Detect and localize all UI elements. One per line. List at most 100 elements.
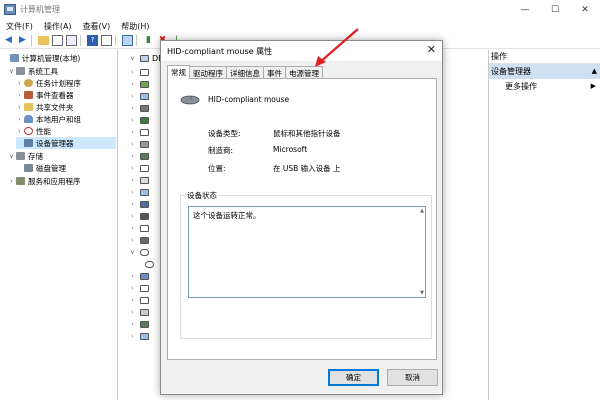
chevron-right-icon[interactable]: › — [129, 273, 136, 280]
forward-icon[interactable]: ▶ — [17, 35, 28, 46]
device-category[interactable]: › — [129, 102, 149, 114]
chevron-right-icon[interactable]: › — [16, 92, 23, 99]
device-status-textbox[interactable]: 这个设备运转正常。 ▲ ▼ — [188, 206, 426, 298]
device-category[interactable]: › — [129, 318, 149, 330]
device-category[interactable]: › — [129, 330, 149, 342]
chevron-right-icon[interactable]: › — [129, 189, 136, 196]
show-tree-icon[interactable] — [52, 35, 63, 46]
device-category[interactable]: › — [129, 174, 149, 186]
tree-item-event-viewer[interactable]: › 事件查看器 — [16, 89, 73, 101]
chevron-down-icon[interactable]: ∨ — [8, 68, 15, 75]
menu-file[interactable]: 文件(F) — [0, 21, 38, 32]
monitor-icon[interactable] — [122, 35, 133, 46]
chevron-right-icon[interactable]: › — [129, 69, 136, 76]
device-category[interactable]: › — [129, 138, 149, 150]
update-driver-icon[interactable]: ▮ — [143, 35, 154, 46]
cancel-button[interactable]: 取消 — [387, 369, 438, 386]
chevron-down-icon[interactable]: ∨ — [8, 153, 15, 160]
close-button[interactable]: ✕ — [570, 0, 600, 19]
chevron-right-icon[interactable]: › — [129, 153, 136, 160]
device-category[interactable]: › — [129, 186, 149, 198]
dialog-close-button[interactable]: ✕ — [427, 43, 436, 56]
display-adapter-icon — [140, 116, 149, 124]
tree-item-local-users[interactable]: › 本地用户和组 — [16, 113, 81, 125]
chevron-right-icon[interactable]: › — [129, 141, 136, 148]
chevron-right-icon[interactable]: › — [129, 129, 136, 136]
device-category[interactable]: › — [129, 198, 149, 210]
device-category[interactable]: › — [129, 270, 149, 282]
up-folder-icon[interactable] — [38, 36, 49, 45]
device-category[interactable]: › — [129, 222, 149, 234]
device-category[interactable]: ∨ — [129, 246, 149, 258]
chevron-right-icon[interactable]: › — [129, 93, 136, 100]
device-category[interactable]: › — [129, 78, 149, 90]
list-icon[interactable] — [101, 35, 112, 46]
chevron-right-icon: ▶ — [590, 82, 596, 90]
chevron-right-icon[interactable]: › — [129, 237, 136, 244]
status-scrollbar[interactable]: ▲ ▼ — [416, 207, 425, 297]
chevron-right-icon[interactable]: › — [16, 80, 23, 87]
services-icon — [16, 177, 25, 185]
device-category[interactable]: › — [129, 90, 149, 102]
tab-general[interactable]: 常规 — [167, 65, 190, 79]
chevron-right-icon[interactable]: › — [129, 225, 136, 232]
chevron-right-icon[interactable]: › — [16, 116, 23, 123]
chevron-right-icon[interactable]: › — [8, 178, 15, 185]
device-category[interactable]: › — [129, 66, 149, 78]
collapse-icon[interactable]: ▲ — [592, 67, 597, 75]
chevron-right-icon[interactable]: › — [129, 297, 136, 304]
tree-item-label: 性能 — [36, 126, 51, 136]
tree-item-performance[interactable]: › 性能 — [16, 125, 51, 137]
menu-action[interactable]: 操作(A) — [38, 21, 77, 32]
device-category[interactable]: › — [129, 210, 149, 222]
tree-item-shared-folders[interactable]: › 共享文件夹 — [16, 101, 73, 113]
device-category[interactable]: › — [129, 234, 149, 246]
chevron-right-icon[interactable]: › — [129, 321, 136, 328]
chevron-down-icon[interactable]: ∨ — [129, 249, 136, 256]
chevron-right-icon[interactable]: › — [129, 201, 136, 208]
chevron-right-icon[interactable]: › — [129, 309, 136, 316]
properties-icon[interactable] — [66, 35, 77, 46]
tree-item-system-tools[interactable]: ∨ 系统工具 — [8, 65, 58, 77]
tree-item-device-manager[interactable]: 设备管理器 — [16, 137, 116, 149]
mouse-icon — [180, 95, 200, 105]
navigation-tree: 计算机管理(本地) ∨ 系统工具 › 任务计划程序 › 事件查看器 › 共享文件… — [0, 50, 118, 400]
actions-section-device-manager[interactable]: 设备管理器 ▲ — [489, 64, 600, 79]
menu-view[interactable]: 查看(V) — [77, 21, 116, 32]
more-actions-label: 更多操作 — [505, 81, 537, 91]
ok-button[interactable]: 确定 — [328, 369, 379, 386]
chevron-right-icon[interactable]: › — [129, 81, 136, 88]
tree-item-services[interactable]: › 服务和应用程序 — [8, 175, 80, 187]
more-actions[interactable]: 更多操作 ▶ — [489, 79, 600, 93]
chevron-right-icon[interactable]: › — [16, 128, 23, 135]
tree-item-task-scheduler[interactable]: › 任务计划程序 — [16, 77, 81, 89]
minimize-button[interactable]: — — [510, 0, 540, 19]
menu-help[interactable]: 帮助(H) — [115, 21, 154, 32]
device-category[interactable]: › — [129, 126, 149, 138]
device-category[interactable]: › — [129, 150, 149, 162]
chevron-right-icon[interactable]: › — [129, 117, 136, 124]
tree-item-disk-management[interactable]: 磁盘管理 — [16, 162, 66, 174]
dialog-title: HID-compliant mouse 属性 — [167, 46, 273, 56]
chevron-right-icon[interactable]: › — [129, 213, 136, 220]
chevron-down-icon[interactable]: ∨ — [129, 55, 136, 62]
chevron-right-icon[interactable]: › — [129, 177, 136, 184]
chevron-right-icon[interactable]: › — [129, 165, 136, 172]
device-category[interactable]: › — [129, 306, 149, 318]
chevron-right-icon[interactable]: › — [129, 105, 136, 112]
device-item[interactable] — [141, 258, 154, 270]
scroll-down-icon[interactable]: ▼ — [420, 290, 424, 296]
device-category[interactable]: › — [129, 294, 149, 306]
help-icon[interactable]: ? — [87, 35, 98, 46]
tree-item-root[interactable]: 计算机管理(本地) — [2, 52, 80, 64]
device-category[interactable]: › — [129, 114, 149, 126]
scroll-up-icon[interactable]: ▲ — [420, 208, 424, 214]
tree-item-storage[interactable]: ∨ 存储 — [8, 150, 43, 162]
device-category[interactable]: › — [129, 162, 149, 174]
chevron-right-icon[interactable]: › — [16, 104, 23, 111]
chevron-right-icon[interactable]: › — [129, 285, 136, 292]
chevron-right-icon[interactable]: › — [129, 333, 136, 340]
device-category[interactable]: › — [129, 282, 149, 294]
maximize-button[interactable]: ☐ — [540, 0, 570, 19]
back-icon[interactable]: ◀ — [3, 35, 14, 46]
